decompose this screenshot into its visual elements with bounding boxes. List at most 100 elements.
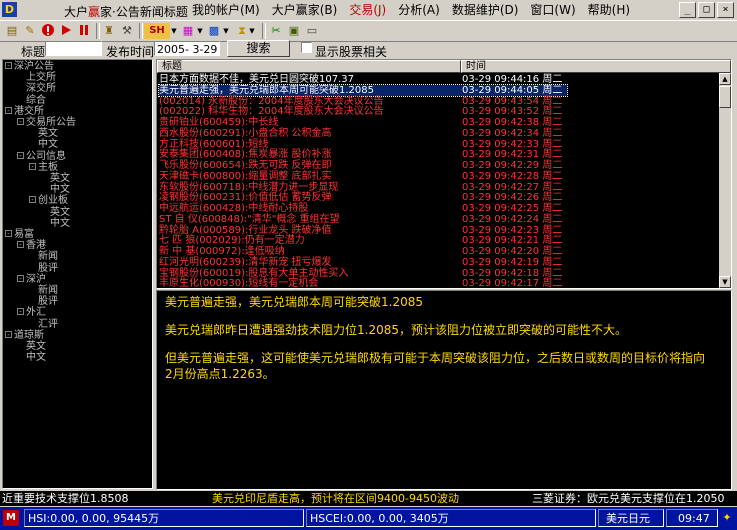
- minimize-button[interactable]: _: [679, 2, 696, 18]
- news-row[interactable]: 黔轮胎 A(000589):行业龙头 跌破净值 03-29 09:42:23 周二: [159, 225, 567, 236]
- sh-market-button[interactable]: SH: [144, 23, 170, 39]
- menu-window[interactable]: 窗口(W): [524, 3, 581, 17]
- tree-node[interactable]: 上交所: [17, 72, 56, 83]
- tree-node[interactable]: 英文: [17, 341, 46, 352]
- tree-node[interactable]: 英文: [41, 173, 70, 184]
- collapse-toggle-icon[interactable]: -: [17, 241, 24, 249]
- tree-node[interactable]: 股评: [29, 296, 58, 307]
- column-header-title[interactable]: 标题: [157, 60, 461, 73]
- ticker-item[interactable]: 三菱证券：欧元兑美元支撑位在1.2050: [532, 491, 725, 506]
- news-row[interactable]: 宝钢股份(600019):股息有大单主动性买入 03-29 09:42:18 周二: [159, 268, 567, 279]
- wrench-icon[interactable]: ⚒: [119, 23, 135, 39]
- tree-node[interactable]: - 交易所公告: [17, 117, 76, 128]
- scroll-thumb[interactable]: [719, 86, 731, 108]
- tree-node[interactable]: - 香港: [17, 240, 46, 251]
- play-icon[interactable]: [58, 23, 74, 39]
- menu-data-maintenance[interactable]: 数据维护(D): [446, 3, 525, 17]
- tree-node[interactable]: - 深沪: [17, 274, 46, 285]
- tree-node[interactable]: - 创业板: [29, 195, 68, 206]
- collapse-toggle-icon[interactable]: -: [17, 308, 24, 316]
- alert-icon[interactable]: ✦: [720, 511, 734, 525]
- pause-icon[interactable]: [76, 23, 92, 39]
- list-scrollbar[interactable]: ▲ ▼: [719, 73, 731, 288]
- tree-node[interactable]: 中文: [41, 184, 70, 195]
- ticker-item[interactable]: 美元兑印尼盾走高，预计将在区间9400-9450波动: [212, 491, 459, 506]
- menu-trade[interactable]: 交易(J): [343, 3, 392, 17]
- news-row[interactable]: 新 中 基(000972):逢低吸纳 03-29 09:42:20 周二: [159, 246, 567, 257]
- date-picker[interactable]: 2005- 3-29: [154, 41, 220, 56]
- restore-button[interactable]: □: [698, 2, 715, 18]
- menu-winner[interactable]: 大户赢家(B): [266, 3, 344, 17]
- tree-node[interactable]: 英文: [41, 207, 70, 218]
- dropdown-arrow-icon[interactable]: ▼: [248, 23, 256, 39]
- collapse-toggle-icon[interactable]: -: [5, 62, 12, 70]
- chart-icon[interactable]: ▦: [180, 23, 196, 39]
- collapse-toggle-icon[interactable]: -: [5, 330, 12, 338]
- app-logo-icon[interactable]: D: [2, 2, 17, 17]
- dropdown-arrow-icon[interactable]: ▼: [170, 23, 178, 39]
- dropdown-arrow-icon[interactable]: ▼: [222, 23, 230, 39]
- tree-node[interactable]: 汇评: [29, 319, 58, 330]
- tree-node[interactable]: 英文: [29, 128, 58, 139]
- market-logo-icon[interactable]: M: [3, 510, 19, 526]
- scroll-up-icon[interactable]: ▲: [719, 73, 731, 85]
- menu-help[interactable]: 帮助(H): [582, 3, 636, 17]
- tree-node[interactable]: - 港交所: [5, 106, 44, 117]
- tree-node[interactable]: - 外汇: [17, 307, 46, 318]
- tree-node[interactable]: 中文: [29, 139, 58, 150]
- scroll-down-icon[interactable]: ▼: [719, 276, 731, 288]
- title-search-input[interactable]: [45, 41, 102, 56]
- tree-node[interactable]: 新闻: [29, 285, 58, 296]
- news-row[interactable]: 天津磁卡(600800):缩量调整 底部扎实 03-29 09:42:28 周二: [159, 171, 567, 182]
- collapse-toggle-icon[interactable]: -: [17, 151, 24, 159]
- news-row[interactable]: 方正科技(600601):短线 03-29 09:42:33 周二: [159, 139, 567, 150]
- notes-icon[interactable]: ▣: [286, 23, 302, 39]
- column-header-time[interactable]: 时间: [461, 60, 731, 73]
- menu-analysis[interactable]: 分析(A): [392, 3, 446, 17]
- menu-account[interactable]: 我的帐户(M): [186, 3, 266, 17]
- tree-node[interactable]: - 公司信息: [17, 151, 66, 162]
- terminal-icon[interactable]: ▭: [304, 23, 320, 39]
- collapse-toggle-icon[interactable]: -: [5, 106, 12, 114]
- lock-icon[interactable]: ♜: [101, 23, 117, 39]
- news-row[interactable]: 凌钢股份(600231):价值低估 蓄势反弹 03-29 09:42:26 周二: [159, 192, 567, 203]
- collapse-toggle-icon[interactable]: -: [29, 196, 36, 204]
- show-related-checkbox[interactable]: [301, 42, 312, 53]
- news-row[interactable]: 美元普遍走强，美元兑瑞郎本周可能突破1.2085 03-29 09:44:05 周…: [158, 83, 568, 97]
- stop-icon[interactable]: [40, 23, 56, 39]
- tree-node[interactable]: - 深沪公告: [5, 61, 54, 72]
- tree-node[interactable]: - 道琼斯: [5, 330, 44, 341]
- currency-mode[interactable]: 美元日元: [606, 511, 650, 526]
- news-row[interactable]: (002022) 科华生物：2004年度股东大会决议公告 03-29 09:43:…: [159, 106, 567, 117]
- tree-node[interactable]: 新闻: [29, 251, 58, 262]
- ticker-item[interactable]: 近重要技术支撑位1.8508: [2, 491, 129, 506]
- pin-icon[interactable]: ✂: [268, 23, 284, 39]
- news-row[interactable]: 七 匹 狼(002029):仍有一定潜力 03-29 09:42:21 周二: [159, 235, 567, 246]
- tree-node[interactable]: 股评: [29, 263, 58, 274]
- tree-node[interactable]: 综合: [17, 95, 46, 106]
- news-row[interactable]: ST 自 仪(600848):"清华"概念 重组在望 03-29 09:42:24…: [159, 214, 567, 225]
- news-row[interactable]: 日本方面数据不佳，美元兑日圆突破107.37 03-29 09:44:16 周二: [159, 74, 567, 85]
- news-row[interactable]: 飞乐股份(600654):跌无可跌 反弹在即 03-29 09:42:29 周二: [159, 160, 567, 171]
- dropdown-arrow-icon[interactable]: ▼: [196, 23, 204, 39]
- news-row[interactable]: 东软股份(600718):中线潜力进一步显现 03-29 09:42:27 周二: [159, 182, 567, 193]
- tree-node[interactable]: 中文: [41, 218, 70, 229]
- search-button[interactable]: 搜索: [227, 40, 290, 57]
- tools-icon[interactable]: ✎: [22, 23, 38, 39]
- news-row[interactable]: 红河光明(600239):清华新宠 扭亏爆发 03-29 09:42:19 周二: [159, 257, 567, 268]
- news-row[interactable]: 西水股份(600291):小盘合积 公积金高 03-29 09:42:34 周二: [159, 128, 567, 139]
- news-row[interactable]: (002014) 永新股份：2004年度股东大会决议公告 03-29 09:43:…: [159, 96, 567, 107]
- news-row[interactable]: 安泰集团(600408):焦炭暴涨 股价补涨 03-29 09:42:31 周二: [159, 149, 567, 160]
- tree-node[interactable]: 中文: [17, 352, 46, 363]
- grid-icon[interactable]: ▩: [206, 23, 222, 39]
- open-folder-icon[interactable]: ▤: [4, 23, 20, 39]
- news-row[interactable]: 中远航运(600428):中线耐心持股 03-29 09:42:25 周二: [159, 203, 567, 214]
- close-button[interactable]: ×: [717, 2, 734, 18]
- news-row[interactable]: 贵研铂业(600459):中长线 03-29 09:42:38 周二: [159, 117, 567, 128]
- tree-node[interactable]: - 易富: [5, 229, 34, 240]
- collapse-toggle-icon[interactable]: -: [17, 118, 24, 126]
- news-row[interactable]: 丰原生化(000930):短线有一定机会 03-29 09:42:17 周二: [159, 278, 567, 288]
- collapse-toggle-icon[interactable]: -: [29, 162, 36, 170]
- tree-node[interactable]: 深交所: [17, 83, 56, 94]
- collapse-toggle-icon[interactable]: -: [17, 274, 24, 282]
